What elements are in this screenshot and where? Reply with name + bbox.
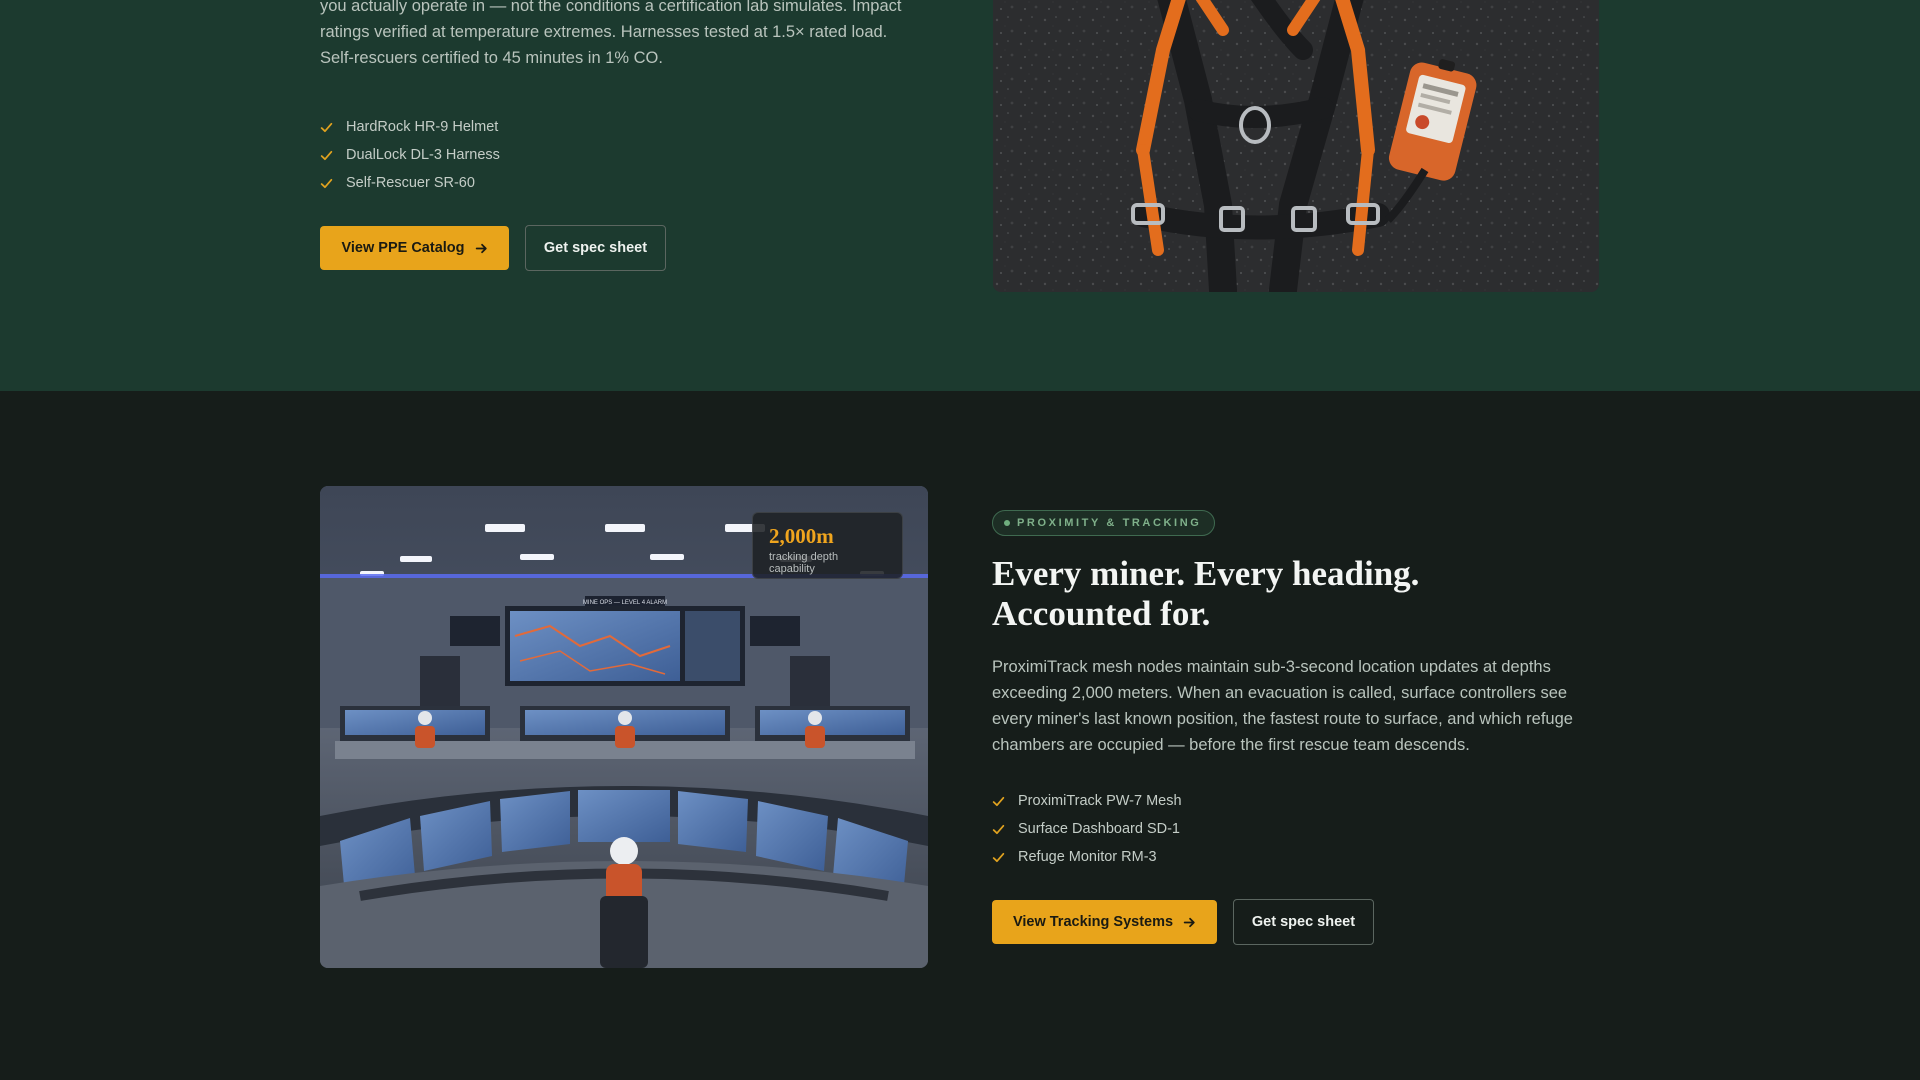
wall-display-label: MINE OPS — LEVEL 4 ALARM (583, 600, 667, 606)
check-icon (992, 823, 1018, 836)
check-icon (992, 851, 1018, 864)
check-icon (320, 149, 346, 162)
button-label: View Tracking Systems (1012, 914, 1174, 930)
view-ppe-catalog-button[interactable]: View PPE Catalog (320, 226, 509, 270)
list-item: Self-Rescuer SR-60 (320, 169, 500, 197)
button-label: View PPE Catalog (341, 240, 465, 256)
list-item: Surface Dashboard SD-1 (992, 815, 1182, 843)
view-tracking-systems-button[interactable]: View Tracking Systems (992, 900, 1217, 944)
list-item: ProximiTrack PW-7 Mesh (992, 787, 1182, 815)
check-icon (992, 795, 1018, 808)
stat-value: 2,000m (769, 524, 834, 548)
tracking-heading: Every miner. Every heading. Accounted fo… (992, 554, 1612, 634)
list-item-label: DualLock DL-3 Harness (346, 147, 500, 163)
tag-label: PROXIMITY & TRACKING (1017, 517, 1202, 529)
list-item: Refuge Monitor RM-3 (992, 843, 1182, 871)
check-icon (320, 177, 346, 190)
tracking-section (0, 391, 1920, 1080)
tracking-spec-sheet-button[interactable]: Get spec sheet (1233, 899, 1374, 945)
tracking-description: ProximiTrack mesh nodes maintain sub-3-s… (992, 658, 1573, 754)
arrow-right-icon (1183, 916, 1196, 929)
button-label: Get spec sheet (543, 240, 648, 256)
ppe-description: you actually operate in — not the condit… (320, 0, 902, 67)
button-label: Get spec sheet (1251, 914, 1356, 930)
stat-label: tracking depth capability (769, 551, 839, 575)
list-item-label: Surface Dashboard SD-1 (1018, 821, 1180, 837)
ppe-spec-sheet-button[interactable]: Get spec sheet (525, 225, 666, 271)
list-item: DualLock DL-3 Harness (320, 141, 500, 169)
list-item-label: ProximiTrack PW-7 Mesh (1018, 793, 1182, 809)
list-item-label: HardRock HR-9 Helmet (346, 119, 499, 135)
heading-line-1: Every miner. Every heading. (992, 554, 1420, 593)
tag-dot-icon (1004, 520, 1010, 526)
heading-line-2: Accounted for. (992, 594, 1211, 633)
harness-photo (993, 0, 1599, 292)
tracking-product-list: ProximiTrack PW-7 Mesh Surface Dashboard… (992, 787, 1182, 871)
list-item-label: Self-Rescuer SR-60 (346, 175, 475, 191)
tracking-depth-stat: 2,000m tracking depth capability (752, 512, 903, 579)
ppe-product-list: HardRock HR-9 Helmet DualLock DL-3 Harne… (320, 113, 500, 197)
check-icon (320, 121, 346, 134)
section-tag: PROXIMITY & TRACKING (992, 510, 1216, 536)
ppe-section: you actually operate in — not the condit… (0, 0, 1920, 391)
list-item: HardRock HR-9 Helmet (320, 113, 500, 141)
list-item-label: Refuge Monitor RM-3 (1018, 849, 1157, 865)
arrow-right-icon (475, 242, 488, 255)
